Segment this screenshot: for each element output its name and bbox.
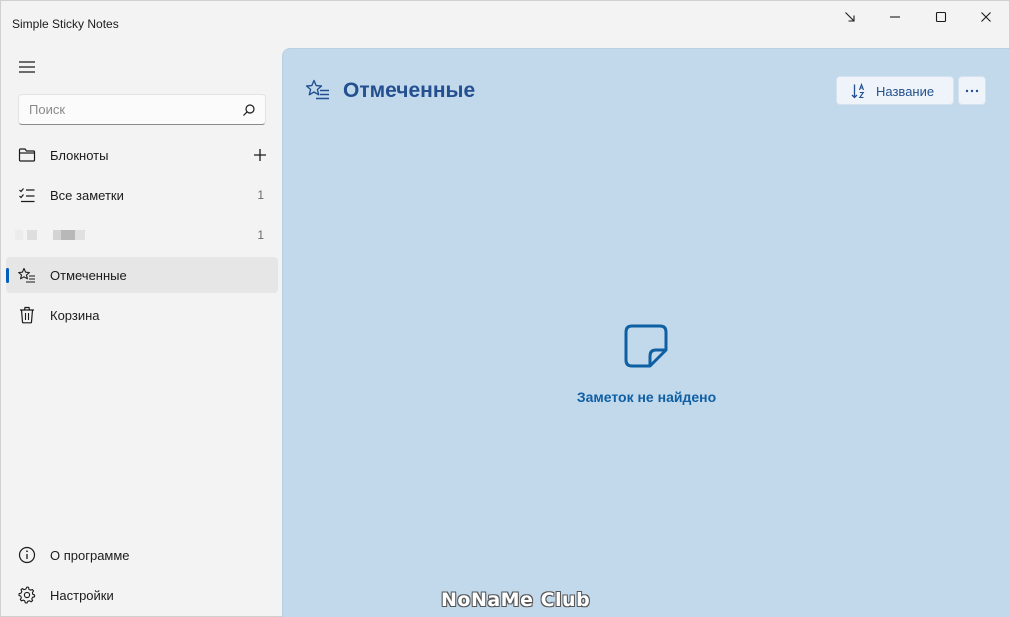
sidebar-item-starred[interactable]: Отмеченные <box>6 257 278 293</box>
sidebar-item-about[interactable]: О программе <box>6 537 278 573</box>
selection-indicator <box>6 268 9 283</box>
note-count: 1 <box>257 228 264 242</box>
trash-icon <box>18 306 36 324</box>
arrow-down-right-icon <box>845 12 855 22</box>
title-bar[interactable]: Simple Sticky Notes <box>1 1 1009 47</box>
sidebar-item-settings[interactable]: Настройки <box>6 577 278 613</box>
star-list-icon <box>18 266 36 284</box>
add-notebook-button[interactable] <box>250 145 270 165</box>
star-list-icon <box>306 79 329 100</box>
maximize-icon <box>935 11 947 23</box>
minimize-button[interactable] <box>872 1 918 33</box>
main-panel: Отмеченные Название Заметок не найдено <box>282 48 1010 617</box>
more-icon <box>965 89 979 92</box>
sort-button[interactable]: Название <box>836 76 954 105</box>
sidebar-item-all-notes[interactable]: Все заметки 1 <box>6 177 278 213</box>
sidebar-item-label: Настройки <box>50 588 114 603</box>
sidebar-item-label: Все заметки <box>50 188 124 203</box>
plus-icon <box>254 149 266 161</box>
window-title: Simple Sticky Notes <box>12 17 119 31</box>
note-count: 1 <box>257 188 264 202</box>
minimize-icon <box>890 16 900 18</box>
sort-button-label: Название <box>876 84 935 99</box>
info-icon <box>18 546 36 564</box>
empty-state-message: Заметок не найдено <box>576 389 717 405</box>
sort-az-icon <box>851 83 865 99</box>
sidebar-item-label: Блокноты <box>50 148 109 163</box>
sidebar-item-trash[interactable]: Корзина <box>6 297 278 333</box>
hamburger-icon <box>19 61 35 73</box>
checklist-icon <box>18 186 36 204</box>
sidebar-item-label: Корзина <box>50 308 100 323</box>
close-icon <box>981 12 991 22</box>
menu-button[interactable] <box>15 57 39 77</box>
app-window: Simple Sticky Notes Поиск Блокноты Все з… <box>0 0 1010 617</box>
sidebar-item-label: О программе <box>50 548 130 563</box>
gear-icon <box>18 586 36 604</box>
search-icon[interactable] <box>242 103 256 117</box>
page-title: Отмеченные <box>343 79 476 102</box>
notebook-color-icon <box>15 230 85 240</box>
close-button[interactable] <box>963 1 1009 33</box>
pin-button[interactable] <box>827 1 873 33</box>
maximize-button[interactable] <box>918 1 964 33</box>
watermark: NoNaMe Club <box>441 589 591 611</box>
search-box[interactable] <box>18 94 266 125</box>
search-input[interactable] <box>19 95 265 124</box>
more-options-button[interactable] <box>958 76 986 105</box>
sidebar-item-label: Отмеченные <box>50 268 127 283</box>
sticky-note-icon <box>624 324 668 368</box>
sidebar-item-notebooks[interactable]: Блокноты <box>6 137 278 173</box>
folder-icon <box>18 146 36 164</box>
sidebar-item-notebook[interactable]: 1 <box>6 217 278 253</box>
